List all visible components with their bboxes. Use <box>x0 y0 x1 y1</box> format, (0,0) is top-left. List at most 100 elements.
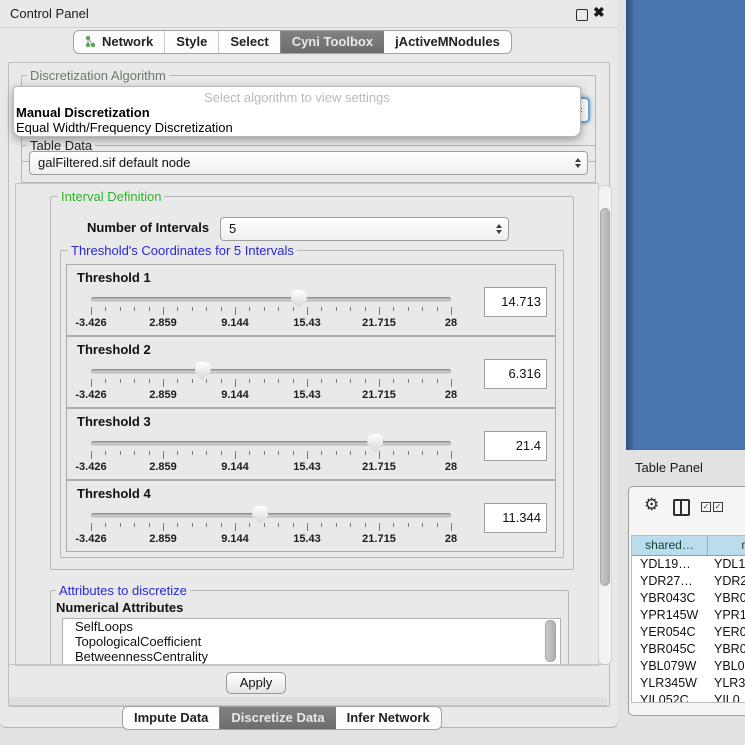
tick <box>134 379 135 383</box>
attribute-list-item[interactable]: SelfLoops <box>63 619 560 634</box>
tab-cyni-toolbox[interactable]: Cyni Toolbox <box>280 31 384 53</box>
float-window-icon[interactable] <box>576 9 588 21</box>
table-row[interactable]: YDL19…YDL1 <box>632 556 745 573</box>
tab-label: Network <box>102 34 153 49</box>
combo-arrows-icon <box>496 224 502 234</box>
cell-name: YER0 <box>714 625 745 639</box>
column-header-name[interactable]: na <box>708 536 745 556</box>
slider-track[interactable] <box>91 369 451 374</box>
algorithm-dropdown-popup: Select algorithm to view settings Manual… <box>13 86 581 137</box>
slider-track[interactable] <box>91 513 451 518</box>
table-row[interactable]: YPR145WYPR1 <box>632 607 745 624</box>
tick <box>336 451 337 455</box>
threshold-value-field[interactable]: 14.713 <box>484 287 547 317</box>
tab-jactivemnodules[interactable]: jActiveMNodules <box>384 31 511 53</box>
tick <box>249 379 250 383</box>
combo-arrows-icon <box>575 158 581 168</box>
tab-infer-network[interactable]: Infer Network <box>336 707 441 729</box>
table-row[interactable]: YLR345WYLR3 <box>632 675 745 692</box>
tick <box>91 307 92 315</box>
threshold-slider[interactable]: -3.4262.8599.14415.4321.71528 <box>91 363 451 405</box>
axis-tick-label: 15.43 <box>293 533 321 545</box>
attribute-list-item[interactable]: BetweennessCentrality <box>63 649 560 664</box>
control-panel-titlebar: Control Panel ✖ <box>0 0 617 28</box>
tick <box>163 451 164 459</box>
tick <box>321 307 322 311</box>
tick <box>451 307 452 315</box>
tick <box>437 523 438 527</box>
tick <box>120 451 121 455</box>
axis-tick-label: 21.715 <box>362 317 396 329</box>
numerical-attributes-list[interactable]: SelfLoopsTopologicalCoefficientBetweenne… <box>62 618 561 666</box>
tick <box>408 307 409 311</box>
close-icon[interactable]: ✖ <box>593 4 605 21</box>
table-row[interactable]: YER054CYER0 <box>632 624 745 641</box>
slider-handle[interactable] <box>291 290 307 308</box>
threshold-slider[interactable]: -3.4262.8599.14415.4321.71528 <box>91 435 451 477</box>
slider-handle[interactable] <box>195 362 211 380</box>
settings-viewport: Interval Definition Number of Intervals … <box>15 183 599 666</box>
table-row[interactable]: YIL052CYIL0 <box>632 692 745 703</box>
table-panel: ⚙ ✓ ✓ shared… na YDL19…YDL1YDR27…YDR2YBR… <box>628 486 745 716</box>
tick <box>336 307 337 311</box>
tick <box>163 379 164 387</box>
threshold-slider[interactable]: -3.4262.8599.14415.4321.71528 <box>91 291 451 333</box>
slider-handle[interactable] <box>252 506 268 524</box>
checkbox-icon[interactable]: ✓ <box>701 502 711 512</box>
columns-icon[interactable] <box>673 499 690 516</box>
threshold-value-field[interactable]: 21.4 <box>484 431 547 461</box>
tick <box>91 379 92 387</box>
number-of-intervals-value: 5 <box>229 221 236 236</box>
cyni-toolbox-panel: Discretization Algorithm Select algorith… <box>8 62 610 707</box>
tick <box>134 451 135 455</box>
tab-discretize-data[interactable]: Discretize Data <box>219 707 335 729</box>
tick <box>149 379 150 383</box>
number-of-intervals-combobox[interactable]: 5 <box>220 217 509 241</box>
tick <box>192 379 193 383</box>
cell-name: YPR1 <box>714 608 745 622</box>
tick <box>105 451 106 455</box>
cell-shared-name: YBL079W <box>640 659 696 673</box>
slider-track[interactable] <box>91 297 451 302</box>
dropdown-option-manual[interactable]: Manual Discretization <box>16 105 150 120</box>
column-header-shared-name[interactable]: shared… <box>632 536 708 556</box>
table-data-combobox[interactable]: galFiltered.sif default node <box>29 151 588 175</box>
attributes-list-scrollbar[interactable] <box>545 620 556 662</box>
tab-label: Discretize Data <box>231 710 324 725</box>
tab-network[interactable]: Network <box>74 31 164 53</box>
checkbox-icon[interactable]: ✓ <box>713 502 723 512</box>
axis-tick-label: 21.715 <box>362 461 396 473</box>
tick <box>206 523 207 527</box>
table-row[interactable]: YBR045CYBR0 <box>632 641 745 658</box>
axis-tick-label: 28 <box>445 533 457 545</box>
slider-handle[interactable] <box>367 434 383 452</box>
scrollbar-thumb[interactable] <box>600 208 610 586</box>
axis-tick-label: 15.43 <box>293 317 321 329</box>
tick <box>379 523 380 531</box>
tick <box>264 451 265 455</box>
tab-select[interactable]: Select <box>218 31 279 53</box>
tab-label: Infer Network <box>347 710 430 725</box>
threshold-slider[interactable]: -3.4262.8599.14415.4321.71528 <box>91 507 451 549</box>
tick <box>307 451 308 459</box>
cell-name: YBR0 <box>714 642 745 656</box>
dropdown-option-equal-width[interactable]: Equal Width/Frequency Discretization <box>16 120 233 135</box>
table-row[interactable]: YBL079WYBL0 <box>632 658 745 675</box>
apply-button[interactable]: Apply <box>226 672 286 694</box>
tick <box>379 451 380 459</box>
gear-icon[interactable]: ⚙ <box>644 495 659 515</box>
tab-style[interactable]: Style <box>164 31 218 53</box>
cell-shared-name: YDR27… <box>640 574 693 588</box>
settings-scrollbar[interactable] <box>598 185 612 665</box>
threshold-value-field[interactable]: 11.344 <box>484 503 547 533</box>
table-row[interactable]: YBR043CYBR0 <box>632 590 745 607</box>
tick <box>451 451 452 459</box>
axis-tick-label: -3.426 <box>75 533 106 545</box>
tab-impute-data[interactable]: Impute Data <box>123 707 219 729</box>
attribute-list-item[interactable]: TopologicalCoefficient <box>63 634 560 649</box>
tick <box>422 451 423 455</box>
slider-track[interactable] <box>91 441 451 446</box>
threshold-value-field[interactable]: 6.316 <box>484 359 547 389</box>
tick <box>134 307 135 311</box>
table-row[interactable]: YDR27…YDR2 <box>632 573 745 590</box>
